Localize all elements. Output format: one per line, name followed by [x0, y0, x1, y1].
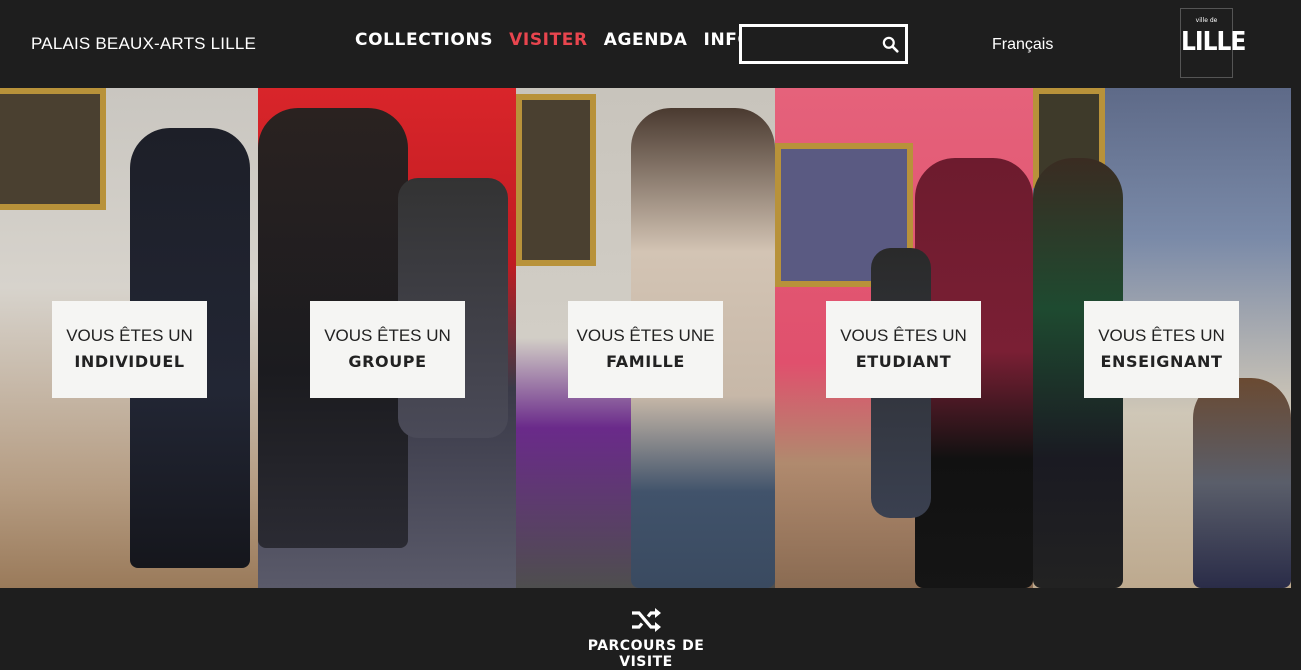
main-nav: COLLECTIONS VISITER AGENDA INFOS: [355, 30, 765, 50]
card-line2: FAMILLE: [606, 352, 685, 371]
shuffle-icon[interactable]: [630, 606, 662, 634]
card-famille[interactable]: VOUS ÊTES UNE FAMILLE: [568, 301, 723, 398]
logo-small-text: ville de: [1195, 17, 1218, 24]
site-brand[interactable]: PALAIS BEAUX-ARTS LILLE: [31, 34, 256, 54]
visitor-panels: VOUS ÊTES UN INDIVIDUEL VOUS ÊTES UN GRO…: [0, 88, 1301, 588]
painting-frame: [516, 94, 596, 266]
panel-famille[interactable]: VOUS ÊTES UNE FAMILLE: [516, 88, 775, 588]
card-line2: GROUPE: [348, 352, 427, 371]
parcours-de-visite-link[interactable]: PARCOURS DE VISITE: [566, 638, 726, 670]
search-box: [739, 24, 908, 64]
card-line2: INDIVIDUEL: [74, 352, 185, 371]
child-figure: [1193, 378, 1291, 588]
nav-visiter[interactable]: VISITER: [509, 30, 588, 50]
language-selector[interactable]: Français: [992, 36, 1053, 54]
search-input[interactable]: [742, 27, 882, 61]
card-enseignant[interactable]: VOUS ÊTES UN ENSEIGNANT: [1084, 301, 1239, 398]
logo-big-text: LILLE: [1181, 27, 1246, 57]
card-line1: VOUS ÊTES UN: [66, 326, 193, 345]
nav-collections[interactable]: COLLECTIONS: [355, 30, 493, 50]
ville-de-lille-logo[interactable]: ville de LILLE: [1180, 8, 1246, 78]
card-line2: ETUDIANT: [855, 352, 952, 371]
parcours-bar: PARCOURS DE VISITE: [0, 588, 1301, 670]
card-groupe[interactable]: VOUS ÊTES UN GROUPE: [310, 301, 465, 398]
panel-individuel[interactable]: VOUS ÊTES UN INDIVIDUEL: [0, 88, 258, 588]
card-line2: ENSEIGNANT: [1100, 352, 1223, 371]
card-line1: VOUS ÊTES UNE: [576, 326, 715, 345]
card-etudiant[interactable]: VOUS ÊTES UN ETUDIANT: [826, 301, 981, 398]
card-individuel[interactable]: VOUS ÊTES UN INDIVIDUEL: [52, 301, 207, 398]
site-header: PALAIS BEAUX-ARTS LILLE COLLECTIONS VISI…: [0, 0, 1301, 88]
search-icon[interactable]: [882, 36, 899, 53]
panel-groupe[interactable]: VOUS ÊTES UN GROUPE: [258, 88, 516, 588]
panel-etudiant[interactable]: VOUS ÊTES UN ETUDIANT: [775, 88, 1033, 588]
panel-enseignant[interactable]: VOUS ÊTES UN ENSEIGNANT: [1033, 88, 1291, 588]
nav-agenda[interactable]: AGENDA: [604, 30, 688, 50]
card-line1: VOUS ÊTES UN: [1098, 326, 1225, 345]
card-line1: VOUS ÊTES UN: [840, 326, 967, 345]
painting-frame: [0, 88, 106, 210]
card-line1: VOUS ÊTES UN: [324, 326, 451, 345]
